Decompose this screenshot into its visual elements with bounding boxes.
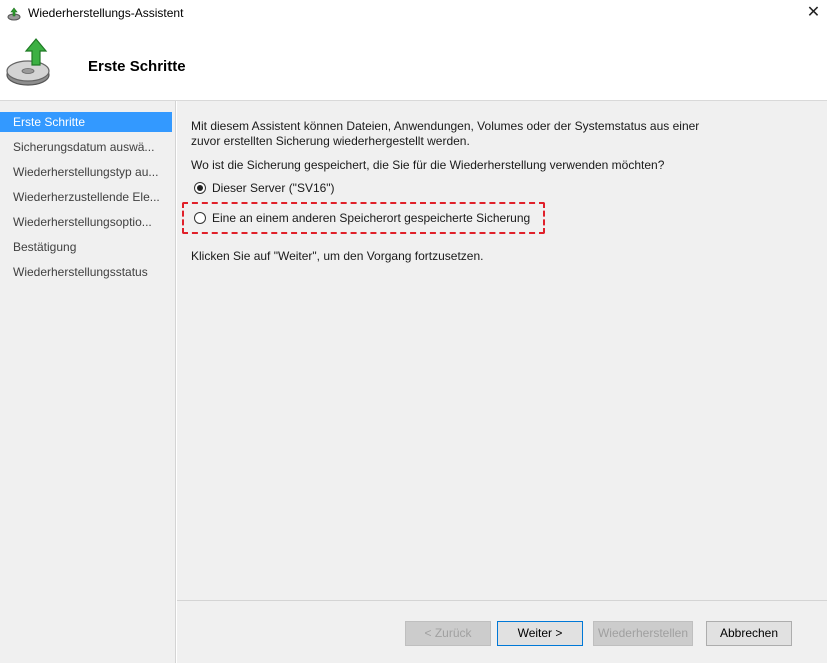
radio-this-server-label[interactable]: Dieser Server ("SV16") xyxy=(212,181,335,195)
back-button[interactable]: < Zurück xyxy=(405,621,491,646)
continue-hint: Klicken Sie auf "Weiter", um den Vorgang… xyxy=(191,249,484,263)
sidebar-item-elemente[interactable]: Wiederherzustellende Ele... xyxy=(0,187,172,207)
wizard-content: Mit diesem Assistent können Dateien, Anw… xyxy=(177,101,827,600)
sidebar-item-erste-schritte[interactable]: Erste Schritte xyxy=(0,112,172,132)
radio-other-location-label[interactable]: Eine an einem anderen Speicherort gespei… xyxy=(212,211,530,225)
radio-other-location[interactable] xyxy=(194,212,206,224)
sidebar-item-bestaetigung[interactable]: Bestätigung xyxy=(0,237,172,257)
next-button[interactable]: Weiter > xyxy=(497,621,583,646)
sidebar-item-sicherungsdatum[interactable]: Sicherungsdatum auswä... xyxy=(0,137,172,157)
title-bar: Wiederherstellungs-Assistent ✕ xyxy=(0,0,827,28)
wizard-header: Erste Schritte xyxy=(0,28,827,101)
window-title: Wiederherstellungs-Assistent xyxy=(28,6,184,20)
restore-button[interactable]: Wiederherstellen xyxy=(593,621,693,646)
sidebar-item-optionen[interactable]: Wiederherstellungsoptio... xyxy=(0,212,172,232)
close-icon[interactable]: ✕ xyxy=(800,0,827,28)
backup-restore-icon xyxy=(4,35,60,91)
page-title: Erste Schritte xyxy=(88,58,186,75)
backup-app-icon xyxy=(6,6,22,22)
radio-this-server[interactable] xyxy=(194,182,206,194)
location-question: Wo ist die Sicherung gespeichert, die Si… xyxy=(191,158,665,172)
wizard-footer: < Zurück Weiter > Wiederherstellen Abbre… xyxy=(177,600,827,663)
intro-line-1: Mit diesem Assistent können Dateien, Anw… xyxy=(191,119,700,133)
wizard-steps-sidebar: Erste Schritte Sicherungsdatum auswä... … xyxy=(0,101,176,663)
intro-line-2: zuvor erstellten Sicherung wiederhergest… xyxy=(191,134,470,148)
cancel-button[interactable]: Abbrechen xyxy=(706,621,792,646)
sidebar-item-status[interactable]: Wiederherstellungsstatus xyxy=(0,262,172,282)
sidebar-item-wiederherstellungstyp[interactable]: Wiederherstellungstyp au... xyxy=(0,162,172,182)
